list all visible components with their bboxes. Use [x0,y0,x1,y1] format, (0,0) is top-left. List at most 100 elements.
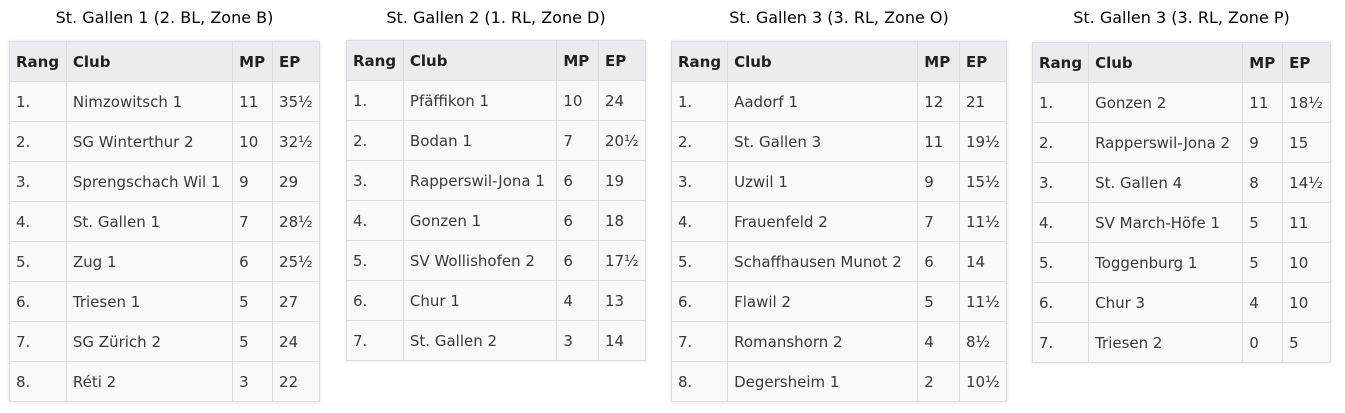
table-row: 2. Rapperswil-Jona 2 9 15 [1031,122,1331,163]
table-row: 3. Rapperswil-Jona 1 6 19 [346,160,646,201]
rank-cell: 5. [9,241,67,282]
ep-cell: 20½ [598,120,646,161]
mp-cell: 5 [232,321,274,362]
club-cell: Chur 1 [402,280,558,321]
club-cell: Réti 2 [65,361,234,402]
rank-cell: 7. [346,320,404,361]
mp-cell: 11 [232,81,274,122]
rank-cell: 2. [346,120,404,161]
club-cell: Schaffhausen Munot 2 [727,241,919,282]
table-header-row: Rang Club MP EP [346,40,646,81]
mp-cell: 10 [232,121,274,162]
ep-cell: 11½ [959,281,1007,322]
table-row: 8. Degersheim 1 2 10½ [670,361,1007,402]
table-row: 2. St. Gallen 3 11 19½ [670,121,1007,162]
mp-cell: 0 [1242,322,1284,363]
mp-cell: 4 [1242,282,1284,323]
table-header-row: Rang Club MP EP [1031,42,1331,83]
table-row: 7. St. Gallen 2 3 14 [346,320,646,361]
ep-cell: 10½ [959,361,1007,402]
rank-cell: 6. [670,281,729,322]
rank-cell: 5. [670,241,729,282]
mp-header: MP [1242,42,1284,83]
table-row: 7. SG Zürich 2 5 24 [9,321,320,362]
rank-cell: 7. [1031,322,1090,363]
table-row: 3. Uzwil 1 9 15½ [670,161,1007,202]
rank-cell: 8. [670,361,729,402]
mp-cell: 6 [917,241,961,282]
standings-table: Rang Club MP EP 1. Pfäffikon 1 10 24 2. Boda… [346,40,646,361]
mp-header: MP [232,41,274,82]
ep-cell: 11 [1282,202,1331,243]
ep-cell: 24 [272,321,320,362]
club-cell: Bodan 1 [402,120,558,161]
panel-title: St. Gallen 3 (3. RL, Zone O) [729,8,949,27]
table-row: 7. Triesen 205 [1031,322,1331,363]
ep-header: EP [598,40,646,81]
rank-cell: 5. [1031,242,1090,283]
ep-cell: 35½ [272,81,320,122]
table-row: 1. Nimzowitsch 1 11 35½ [9,81,320,122]
mp-cell: 4 [556,280,599,321]
rank-cell: 6. [1031,282,1090,323]
ep-cell: 15½ [959,161,1007,202]
mp-cell: 11 [1242,82,1284,123]
table-row: 5. Schaffhausen Munot 2 6 14 [670,241,1007,282]
club-cell: Flawil 2 [727,281,919,322]
mp-cell: 3 [232,361,274,402]
mp-cell: 6 [232,241,274,282]
ep-cell: 14 [959,241,1007,282]
mp-cell: 5 [917,281,961,322]
club-cell: Rapperswil-Jona 2 [1088,122,1244,163]
standings-table: Rang Club MP EP 1. Gonzen 2 11 18½ 2. Rapper… [1031,42,1331,363]
panel-title: St. Gallen 3 (3. RL, Zone P) [1073,8,1290,27]
table-row: 7. Romanshorn 2 4 8½ [670,321,1007,362]
ep-header: EP [272,41,320,82]
ep-cell: 13 [598,280,646,321]
ep-cell: 25½ [272,241,320,282]
club-cell: Uzwil 1 [727,161,919,202]
table-header-row: Rang Club MP EP [9,41,320,82]
club-header: Club [727,41,919,82]
mp-header: MP [917,41,961,82]
table-row: 4. St. Gallen 1 7 28½ [9,201,320,242]
rank-cell: 3. [346,160,404,201]
rank-cell: 1. [1031,82,1090,123]
mp-cell: 11 [917,121,961,162]
table-header-row: Rang Club MP EP [670,41,1007,82]
rank-cell: 4. [1031,202,1090,243]
rank-cell: 4. [670,201,729,242]
rank-cell: 4. [9,201,67,242]
table-row: 6. Chur 3 4 10 [1031,282,1331,323]
ep-header: EP [959,41,1007,82]
panel-title: St. Gallen 2 (1. RL, Zone D) [386,8,606,27]
mp-cell: 9 [917,161,961,202]
ep-cell: 22 [272,361,320,402]
club-cell: Toggenburg 1 [1088,242,1244,283]
standings-table: Rang Club MP EP 1. Nimzowitsch 1 11 35½ 2. S… [9,41,320,402]
club-cell: Triesen 1 [65,281,234,322]
mp-cell: 12 [917,81,961,122]
mp-header: MP [556,40,599,81]
ep-cell: 19 [598,160,646,201]
club-cell: SG Winterthur 2 [65,121,234,162]
mp-cell: 5 [1242,242,1284,283]
club-cell: SV March-Höfe 1 [1088,202,1244,243]
rank-cell: 6. [346,280,404,321]
mp-cell: 7 [917,201,961,242]
table-row: 5. Zug 1 6 25½ [9,241,320,282]
rank-header: Rang [346,40,404,81]
mp-cell: 5 [232,281,274,322]
table-row: 1. Pfäffikon 1 10 24 [346,80,646,121]
rank-cell: 1. [670,81,729,122]
club-cell: St. Gallen 1 [65,201,234,242]
ep-cell: 8½ [959,321,1007,362]
ep-cell: 10 [1282,242,1331,283]
ep-cell: 29 [272,161,320,202]
table-row: 6. Flawil 2 5 11½ [670,281,1007,322]
mp-cell: 3 [556,320,599,361]
table-row: 3. Sprengschach Wil 1 9 29 [9,161,320,202]
club-header: Club [65,41,234,82]
rank-cell: 3. [9,161,67,202]
club-header: Club [1088,42,1244,83]
